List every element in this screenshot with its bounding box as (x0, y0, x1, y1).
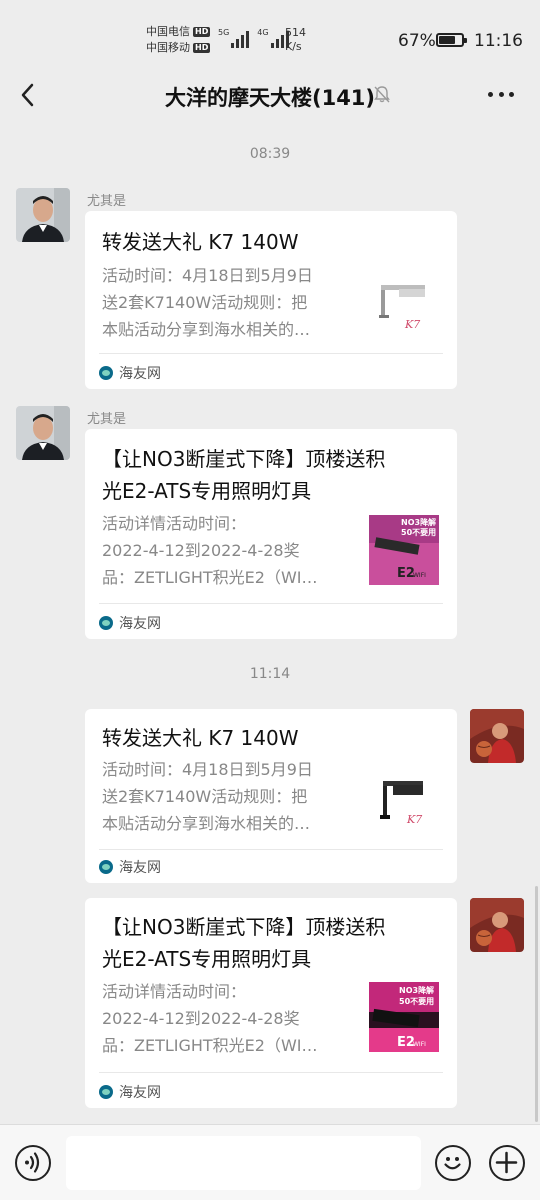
card-divider (99, 849, 443, 850)
sender-name: 尤其是 (87, 194, 127, 209)
card-title-line: 【让NO3断崖式下降】顶楼送积 (102, 447, 386, 471)
chat-title-text: 大洋的摩天大楼(141) (164, 86, 376, 110)
card-title: 【让NO3断崖式下降】顶楼送积 光E2-ATS专用照明灯具 (102, 443, 443, 507)
status-bar: 中国电信 HD 中国移动 HD 5G 4G 514 K/s 67% 11:16 (0, 0, 540, 70)
battery-icon (436, 33, 467, 47)
thumb-product-sub: WIFI (413, 572, 426, 579)
thumb-banner-text: 50不要用 (399, 997, 434, 1006)
speed-unit: K/s (285, 40, 302, 53)
card-source: 海友网 (99, 613, 161, 633)
add-button[interactable] (489, 1145, 525, 1181)
card-desc-line: 本贴活动分享到海水相关的… (102, 814, 311, 833)
bell-off-icon (372, 84, 392, 104)
link-card[interactable]: 【让NO3断崖式下降】顶楼送积 光E2-ATS专用照明灯具 活动详情活动时间： … (85, 898, 457, 1108)
signal-icon: 4G (257, 28, 289, 48)
my-avatar[interactable] (470, 898, 524, 952)
more-button[interactable] (488, 92, 514, 98)
link-card[interactable]: 转发送大礼 K7 140W 活动时间：4月18日到5月9日 送2套K7140W活… (85, 211, 457, 389)
card-desc-line: 活动时间：4月18日到5月9日 (102, 760, 313, 779)
card-thumbnail: K7 (369, 771, 439, 841)
sender-name: 尤其是 (87, 412, 127, 427)
signal-2-label: 4G (257, 28, 269, 37)
carrier-info: 中国电信 HD 中国移动 HD (146, 24, 211, 56)
card-desc-line: 本贴活动分享到海水相关的… (102, 320, 311, 339)
card-thumbnail: K7 (369, 273, 439, 343)
nav-bar: 大洋的摩天大楼(141) (0, 70, 540, 122)
thumb-banner-text: 50不要用 (401, 528, 436, 537)
card-title-line: 光E2-ATS专用照明灯具 (102, 947, 312, 971)
thumb-product-sub: WIFI (413, 1041, 426, 1048)
card-thumbnail: NO3降解 50不要用 E2 WIFI (369, 982, 439, 1052)
avatar[interactable] (16, 406, 70, 460)
chat-area[interactable]: 08:39 尤其是 转发送大礼 K7 140W 活动时间：4月18日到5月9日 … (0, 122, 540, 1124)
card-desc-line: 品：ZETLIGHT积光E2（WI… (102, 1036, 318, 1055)
card-source: 海友网 (99, 363, 161, 383)
timestamp: 11:14 (249, 666, 291, 682)
network-speed: 514 K/s (285, 26, 306, 54)
card-title-line: 【让NO3断崖式下降】顶楼送积 (102, 915, 386, 939)
card-divider (99, 1072, 443, 1073)
message-input[interactable] (66, 1136, 421, 1190)
card-description: 活动详情活动时间： 2022-4-12到2022-4-28奖 品：ZETLIGH… (102, 510, 352, 591)
scrollbar[interactable] (535, 886, 538, 1122)
card-source: 海友网 (99, 857, 161, 877)
card-description: 活动时间：4月18日到5月9日 送2套K7140W活动规则：把 本贴活动分享到海… (102, 756, 352, 837)
battery-percent: 67% (398, 31, 436, 51)
chat-title: 大洋的摩天大楼(141) (0, 82, 540, 112)
card-title: 转发送大礼 K7 140W (102, 230, 299, 254)
thumb-banner-text: NO3降解 (401, 517, 436, 527)
card-desc-line: 2022-4-12到2022-4-28奖 (102, 541, 300, 560)
clock: 11:16 (474, 31, 523, 51)
emoji-button[interactable] (435, 1145, 471, 1181)
card-desc-line: 活动时间：4月18日到5月9日 (102, 266, 313, 285)
card-divider (99, 353, 443, 354)
my-avatar[interactable] (470, 709, 524, 763)
card-source: 海友网 (99, 1082, 161, 1102)
voice-button[interactable] (15, 1145, 51, 1181)
source-logo-icon (99, 1085, 113, 1099)
more-dots-icon (488, 92, 493, 97)
thumb-logo-text: K7 (406, 813, 422, 826)
source-name: 海友网 (119, 1085, 161, 1101)
signal-icon: 5G (218, 28, 250, 48)
card-title-line: 光E2-ATS专用照明灯具 (102, 479, 312, 503)
signal-icons: 5G 4G (218, 28, 289, 48)
card-desc-line: 活动详情活动时间： (102, 982, 247, 1001)
speed-value: 514 (285, 26, 306, 39)
link-card[interactable]: 转发送大礼 K7 140W 活动时间：4月18日到5月9日 送2套K7140W活… (85, 709, 457, 883)
source-name: 海友网 (119, 860, 161, 876)
card-desc-line: 品：ZETLIGHT积光E2（WI… (102, 568, 318, 587)
signal-1-label: 5G (218, 28, 230, 37)
hd-badge: HD (193, 27, 211, 37)
card-desc-line: 2022-4-12到2022-4-28奖 (102, 1009, 300, 1028)
plus-icon (495, 1151, 518, 1174)
card-desc-line: 活动详情活动时间： (102, 514, 247, 533)
card-description: 活动详情活动时间： 2022-4-12到2022-4-28奖 品：ZETLIGH… (102, 978, 352, 1059)
carrier-1: 中国电信 (146, 25, 190, 38)
voice-icon (25, 1152, 40, 1173)
card-divider (99, 603, 443, 604)
thumb-logo-text: K7 (404, 318, 420, 331)
source-name: 海友网 (119, 616, 161, 632)
card-title: 【让NO3断崖式下降】顶楼送积 光E2-ATS专用照明灯具 (102, 911, 443, 975)
hd-badge: HD (193, 43, 211, 53)
thumb-banner-text: NO3降解 (399, 985, 434, 995)
emoji-icon (444, 1157, 461, 1170)
source-logo-icon (99, 366, 113, 380)
avatar[interactable] (16, 188, 70, 242)
input-bar (0, 1124, 540, 1200)
card-description: 活动时间：4月18日到5月9日 送2套K7140W活动规则：把 本贴活动分享到海… (102, 262, 352, 343)
card-thumbnail: NO3降解 50不要用 E2 WIFI (369, 515, 439, 585)
card-title: 转发送大礼 K7 140W (102, 726, 299, 750)
card-desc-line: 送2套K7140W活动规则：把 (102, 787, 308, 806)
link-card[interactable]: 【让NO3断崖式下降】顶楼送积 光E2-ATS专用照明灯具 活动详情活动时间： … (85, 429, 457, 639)
timestamp: 08:39 (249, 146, 291, 162)
source-logo-icon (99, 860, 113, 874)
source-name: 海友网 (119, 366, 161, 382)
carrier-2: 中国移动 (146, 41, 190, 54)
source-logo-icon (99, 616, 113, 630)
card-desc-line: 送2套K7140W活动规则：把 (102, 293, 308, 312)
